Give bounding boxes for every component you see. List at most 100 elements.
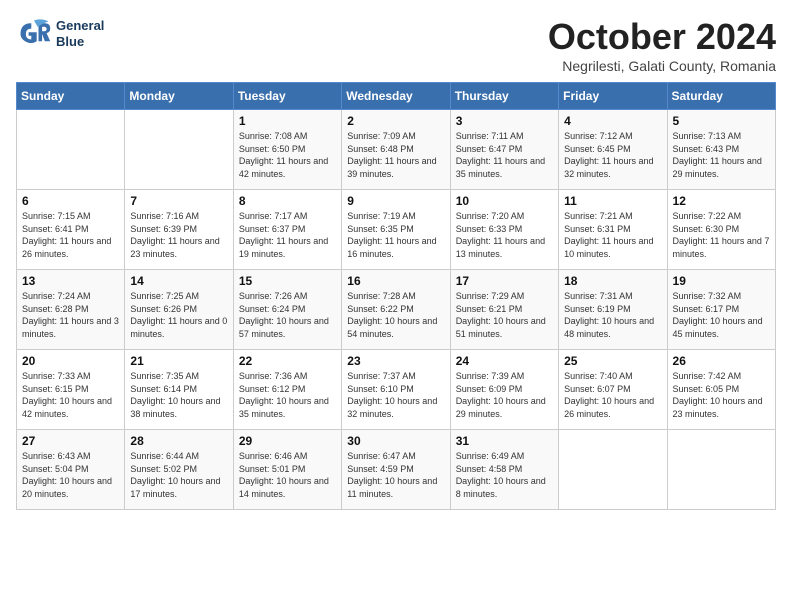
day-number: 30 <box>347 434 444 448</box>
logo-text: General Blue <box>56 18 104 49</box>
calendar-cell: 9 Sunrise: 7:19 AMSunset: 6:35 PMDaylight… <box>342 190 450 270</box>
calendar-cell <box>125 110 233 190</box>
calendar-cell: 18 Sunrise: 7:31 AMSunset: 6:19 PMDayligh… <box>559 270 667 350</box>
weekday-header: Thursday <box>450 83 558 110</box>
day-number: 23 <box>347 354 444 368</box>
title-block: October 2024 Negrilesti, Galati County, … <box>548 16 776 74</box>
day-info: Sunrise: 7:31 AMSunset: 6:19 PMDaylight:… <box>564 290 661 340</box>
day-info: Sunrise: 7:20 AMSunset: 6:33 PMDaylight:… <box>456 210 553 260</box>
day-number: 22 <box>239 354 336 368</box>
calendar-cell: 16 Sunrise: 7:28 AMSunset: 6:22 PMDayligh… <box>342 270 450 350</box>
weekday-header: Wednesday <box>342 83 450 110</box>
weekday-header: Friday <box>559 83 667 110</box>
day-number: 9 <box>347 194 444 208</box>
day-info: Sunrise: 7:32 AMSunset: 6:17 PMDaylight:… <box>673 290 770 340</box>
day-number: 19 <box>673 274 770 288</box>
day-number: 18 <box>564 274 661 288</box>
day-info: Sunrise: 6:43 AMSunset: 5:04 PMDaylight:… <box>22 450 119 500</box>
calendar-cell: 1 Sunrise: 7:08 AMSunset: 6:50 PMDaylight… <box>233 110 341 190</box>
calendar-cell: 24Sunrise: 7:39 AMSunset: 6:09 PMDayligh… <box>450 350 558 430</box>
day-number: 31 <box>456 434 553 448</box>
weekday-header: Sunday <box>17 83 125 110</box>
day-info: Sunrise: 7:28 AMSunset: 6:22 PMDaylight:… <box>347 290 444 340</box>
calendar-week-row: 20 Sunrise: 7:33 AMSunset: 6:15 PMDayligh… <box>17 350 776 430</box>
page-header: General Blue October 2024 Negrilesti, Ga… <box>16 16 776 74</box>
day-info: Sunrise: 6:47 AMSunset: 4:59 PMDaylight:… <box>347 450 444 500</box>
calendar-cell: 8 Sunrise: 7:17 AMSunset: 6:37 PMDaylight… <box>233 190 341 270</box>
day-number: 15 <box>239 274 336 288</box>
calendar-cell: 5 Sunrise: 7:13 AMSunset: 6:43 PMDaylight… <box>667 110 775 190</box>
day-info: Sunrise: 6:49 AMSunset: 4:58 PMDaylight:… <box>456 450 553 500</box>
day-info: Sunrise: 7:22 AMSunset: 6:30 PMDaylight:… <box>673 210 770 260</box>
calendar-table: SundayMondayTuesdayWednesdayThursdayFrid… <box>16 82 776 510</box>
day-number: 17 <box>456 274 553 288</box>
weekday-header: Monday <box>125 83 233 110</box>
weekday-header: Tuesday <box>233 83 341 110</box>
day-info: Sunrise: 6:46 AMSunset: 5:01 PMDaylight:… <box>239 450 336 500</box>
day-info: Sunrise: 7:26 AMSunset: 6:24 PMDaylight:… <box>239 290 336 340</box>
location: Negrilesti, Galati County, Romania <box>548 58 776 74</box>
calendar-cell: 26 Sunrise: 7:42 AMSunset: 6:05 PMDayligh… <box>667 350 775 430</box>
calendar-cell: 12Sunrise: 7:22 AMSunset: 6:30 PMDayligh… <box>667 190 775 270</box>
day-number: 16 <box>347 274 444 288</box>
day-number: 7 <box>130 194 227 208</box>
day-info: Sunrise: 7:39 AMSunset: 6:09 PMDaylight:… <box>456 370 553 420</box>
calendar-cell <box>667 430 775 510</box>
day-info: Sunrise: 7:16 AMSunset: 6:39 PMDaylight:… <box>130 210 227 260</box>
day-info: Sunrise: 7:37 AMSunset: 6:10 PMDaylight:… <box>347 370 444 420</box>
calendar-cell: 21Sunrise: 7:35 AMSunset: 6:14 PMDayligh… <box>125 350 233 430</box>
day-number: 5 <box>673 114 770 128</box>
day-info: Sunrise: 7:35 AMSunset: 6:14 PMDaylight:… <box>130 370 227 420</box>
day-number: 27 <box>22 434 119 448</box>
calendar-cell: 31 Sunrise: 6:49 AMSunset: 4:58 PMDayligh… <box>450 430 558 510</box>
day-number: 26 <box>673 354 770 368</box>
day-info: Sunrise: 7:12 AMSunset: 6:45 PMDaylight:… <box>564 130 661 180</box>
day-info: Sunrise: 7:11 AMSunset: 6:47 PMDaylight:… <box>456 130 553 180</box>
calendar-cell: 17 Sunrise: 7:29 AMSunset: 6:21 PMDayligh… <box>450 270 558 350</box>
day-info: Sunrise: 7:33 AMSunset: 6:15 PMDaylight:… <box>22 370 119 420</box>
day-info: Sunrise: 7:15 AMSunset: 6:41 PMDaylight:… <box>22 210 119 260</box>
calendar-cell: 3Sunrise: 7:11 AMSunset: 6:47 PMDaylight… <box>450 110 558 190</box>
calendar-week-row: 27 Sunrise: 6:43 AMSunset: 5:04 PMDayligh… <box>17 430 776 510</box>
day-info: Sunrise: 7:19 AMSunset: 6:35 PMDaylight:… <box>347 210 444 260</box>
calendar-cell: 22 Sunrise: 7:36 AMSunset: 6:12 PMDayligh… <box>233 350 341 430</box>
day-info: Sunrise: 6:44 AMSunset: 5:02 PMDaylight:… <box>130 450 227 500</box>
day-number: 1 <box>239 114 336 128</box>
day-info: Sunrise: 7:42 AMSunset: 6:05 PMDaylight:… <box>673 370 770 420</box>
day-info: Sunrise: 7:08 AMSunset: 6:50 PMDaylight:… <box>239 130 336 180</box>
calendar-week-row: 13 Sunrise: 7:24 AMSunset: 6:28 PMDayligh… <box>17 270 776 350</box>
calendar-cell: 23 Sunrise: 7:37 AMSunset: 6:10 PMDayligh… <box>342 350 450 430</box>
weekday-header: Saturday <box>667 83 775 110</box>
day-number: 6 <box>22 194 119 208</box>
day-number: 14 <box>130 274 227 288</box>
calendar-cell: 30 Sunrise: 6:47 AMSunset: 4:59 PMDayligh… <box>342 430 450 510</box>
calendar-week-row: 6 Sunrise: 7:15 AMSunset: 6:41 PMDaylight… <box>17 190 776 270</box>
day-info: Sunrise: 7:24 AMSunset: 6:28 PMDaylight:… <box>22 290 119 340</box>
day-info: Sunrise: 7:29 AMSunset: 6:21 PMDaylight:… <box>456 290 553 340</box>
logo-icon <box>16 16 52 52</box>
calendar-cell: 25Sunrise: 7:40 AMSunset: 6:07 PMDayligh… <box>559 350 667 430</box>
calendar-cell: 10 Sunrise: 7:20 AMSunset: 6:33 PMDayligh… <box>450 190 558 270</box>
day-number: 20 <box>22 354 119 368</box>
day-number: 10 <box>456 194 553 208</box>
day-number: 13 <box>22 274 119 288</box>
calendar-cell: 11Sunrise: 7:21 AMSunset: 6:31 PMDayligh… <box>559 190 667 270</box>
day-number: 11 <box>564 194 661 208</box>
calendar-cell <box>559 430 667 510</box>
day-info: Sunrise: 7:13 AMSunset: 6:43 PMDaylight:… <box>673 130 770 180</box>
calendar-cell: 14Sunrise: 7:25 AMSunset: 6:26 PMDayligh… <box>125 270 233 350</box>
day-number: 4 <box>564 114 661 128</box>
calendar-cell: 4 Sunrise: 7:12 AMSunset: 6:45 PMDaylight… <box>559 110 667 190</box>
calendar-cell: 29Sunrise: 6:46 AMSunset: 5:01 PMDayligh… <box>233 430 341 510</box>
month-title: October 2024 <box>548 16 776 58</box>
day-info: Sunrise: 7:36 AMSunset: 6:12 PMDaylight:… <box>239 370 336 420</box>
calendar-cell <box>17 110 125 190</box>
day-number: 25 <box>564 354 661 368</box>
calendar-cell: 27 Sunrise: 6:43 AMSunset: 5:04 PMDayligh… <box>17 430 125 510</box>
calendar-cell: 15 Sunrise: 7:26 AMSunset: 6:24 PMDayligh… <box>233 270 341 350</box>
calendar-week-row: 1 Sunrise: 7:08 AMSunset: 6:50 PMDaylight… <box>17 110 776 190</box>
day-number: 8 <box>239 194 336 208</box>
day-info: Sunrise: 7:17 AMSunset: 6:37 PMDaylight:… <box>239 210 336 260</box>
calendar-cell: 13 Sunrise: 7:24 AMSunset: 6:28 PMDayligh… <box>17 270 125 350</box>
calendar-cell: 6 Sunrise: 7:15 AMSunset: 6:41 PMDaylight… <box>17 190 125 270</box>
